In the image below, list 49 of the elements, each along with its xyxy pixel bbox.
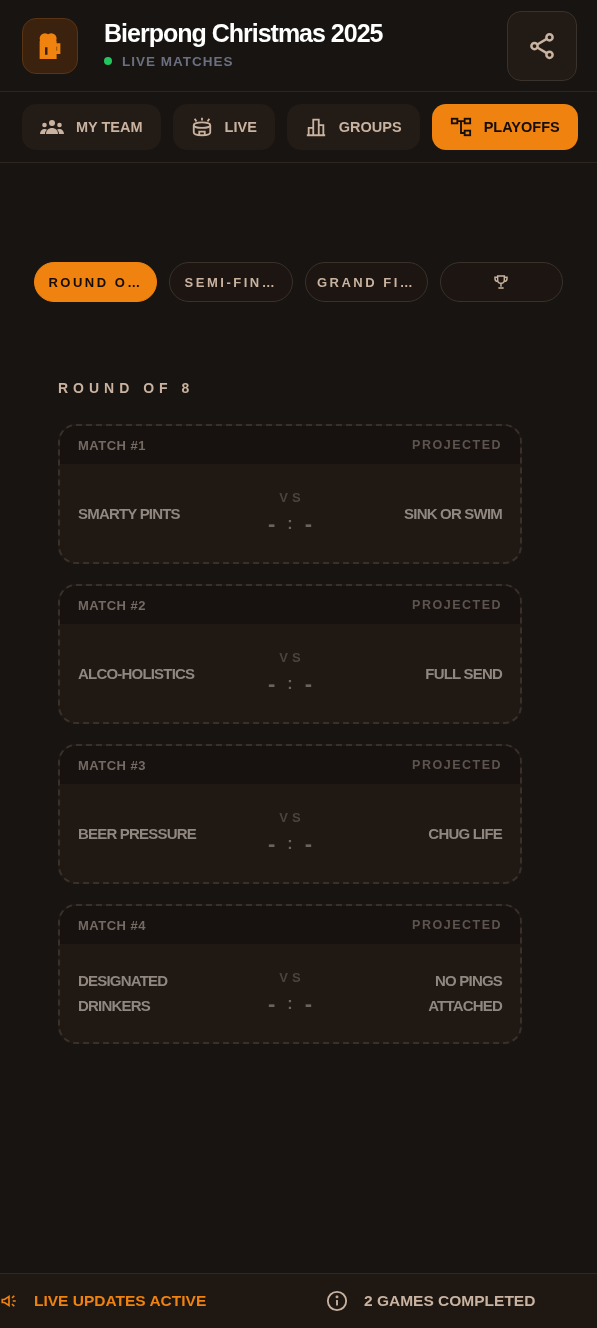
nav-tab[interactable]: LIVE: [172, 104, 275, 150]
info-icon: [326, 1290, 348, 1312]
team-name: BEER PRESSURE: [78, 823, 198, 844]
score-value: -: [304, 990, 312, 1017]
team-name: SMARTY PINTS: [78, 503, 181, 524]
match-label: MATCH #4: [78, 917, 147, 933]
section-heading: ROUND OF 8: [58, 380, 196, 396]
score-value: -: [304, 670, 312, 697]
stadium-icon: [190, 116, 213, 138]
team-name: ALCO-HOLISTICS: [78, 663, 196, 684]
team-name: CHUG LIFE: [427, 823, 502, 844]
live-updates-label: LIVE UPDATES ACTIVE: [34, 1292, 207, 1310]
match-status: PROJECTED: [412, 598, 502, 612]
trophy-icon: [493, 274, 510, 290]
score-separator: :: [287, 994, 293, 1013]
team-name: SINK OR SWIM: [403, 503, 502, 524]
nav-tab[interactable]: PLAYOFFS: [431, 104, 578, 150]
score-value: -: [304, 830, 312, 857]
bracket-icon: [449, 116, 472, 138]
nav-tab[interactable]: MY TEAM: [22, 104, 161, 150]
team-name: NO PINGS ATTACHED: [427, 971, 502, 1016]
games-completed-label: 2 GAMES COMPLETED: [364, 1292, 536, 1310]
status-label: LIVE MATCHES: [122, 53, 234, 69]
match-label: MATCH #3: [78, 757, 147, 773]
round-tab[interactable]: SEMI-FIN…: [169, 262, 293, 302]
score-separator: :: [287, 834, 293, 853]
podium-icon: [304, 116, 327, 138]
match-status: PROJECTED: [412, 918, 502, 932]
round-tab[interactable]: ROUND O…: [34, 262, 158, 302]
match-status: PROJECTED: [412, 438, 502, 452]
people-icon: [40, 119, 64, 135]
score-value: -: [268, 830, 276, 857]
match-label: MATCH #1: [78, 437, 147, 453]
share-button[interactable]: [507, 10, 577, 81]
nav-tab[interactable]: GROUPS: [286, 104, 420, 150]
score-value: -: [268, 510, 276, 537]
score-separator: :: [287, 514, 293, 533]
megaphone-icon: [0, 1292, 18, 1310]
score-value: -: [268, 990, 276, 1017]
share-icon: [527, 30, 557, 61]
round-tab[interactable]: GRAND FI…: [304, 262, 428, 302]
match-status: PROJECTED: [412, 758, 502, 772]
team-name: DESIGNATED DRINKERS: [78, 971, 169, 1016]
team-name: FULL SEND: [424, 663, 502, 684]
score-separator: :: [287, 674, 293, 693]
score-value: -: [304, 510, 312, 537]
app-title: Bierpong Christmas 2025: [104, 18, 384, 48]
match-label: MATCH #2: [78, 597, 147, 613]
score-value: -: [268, 670, 276, 697]
